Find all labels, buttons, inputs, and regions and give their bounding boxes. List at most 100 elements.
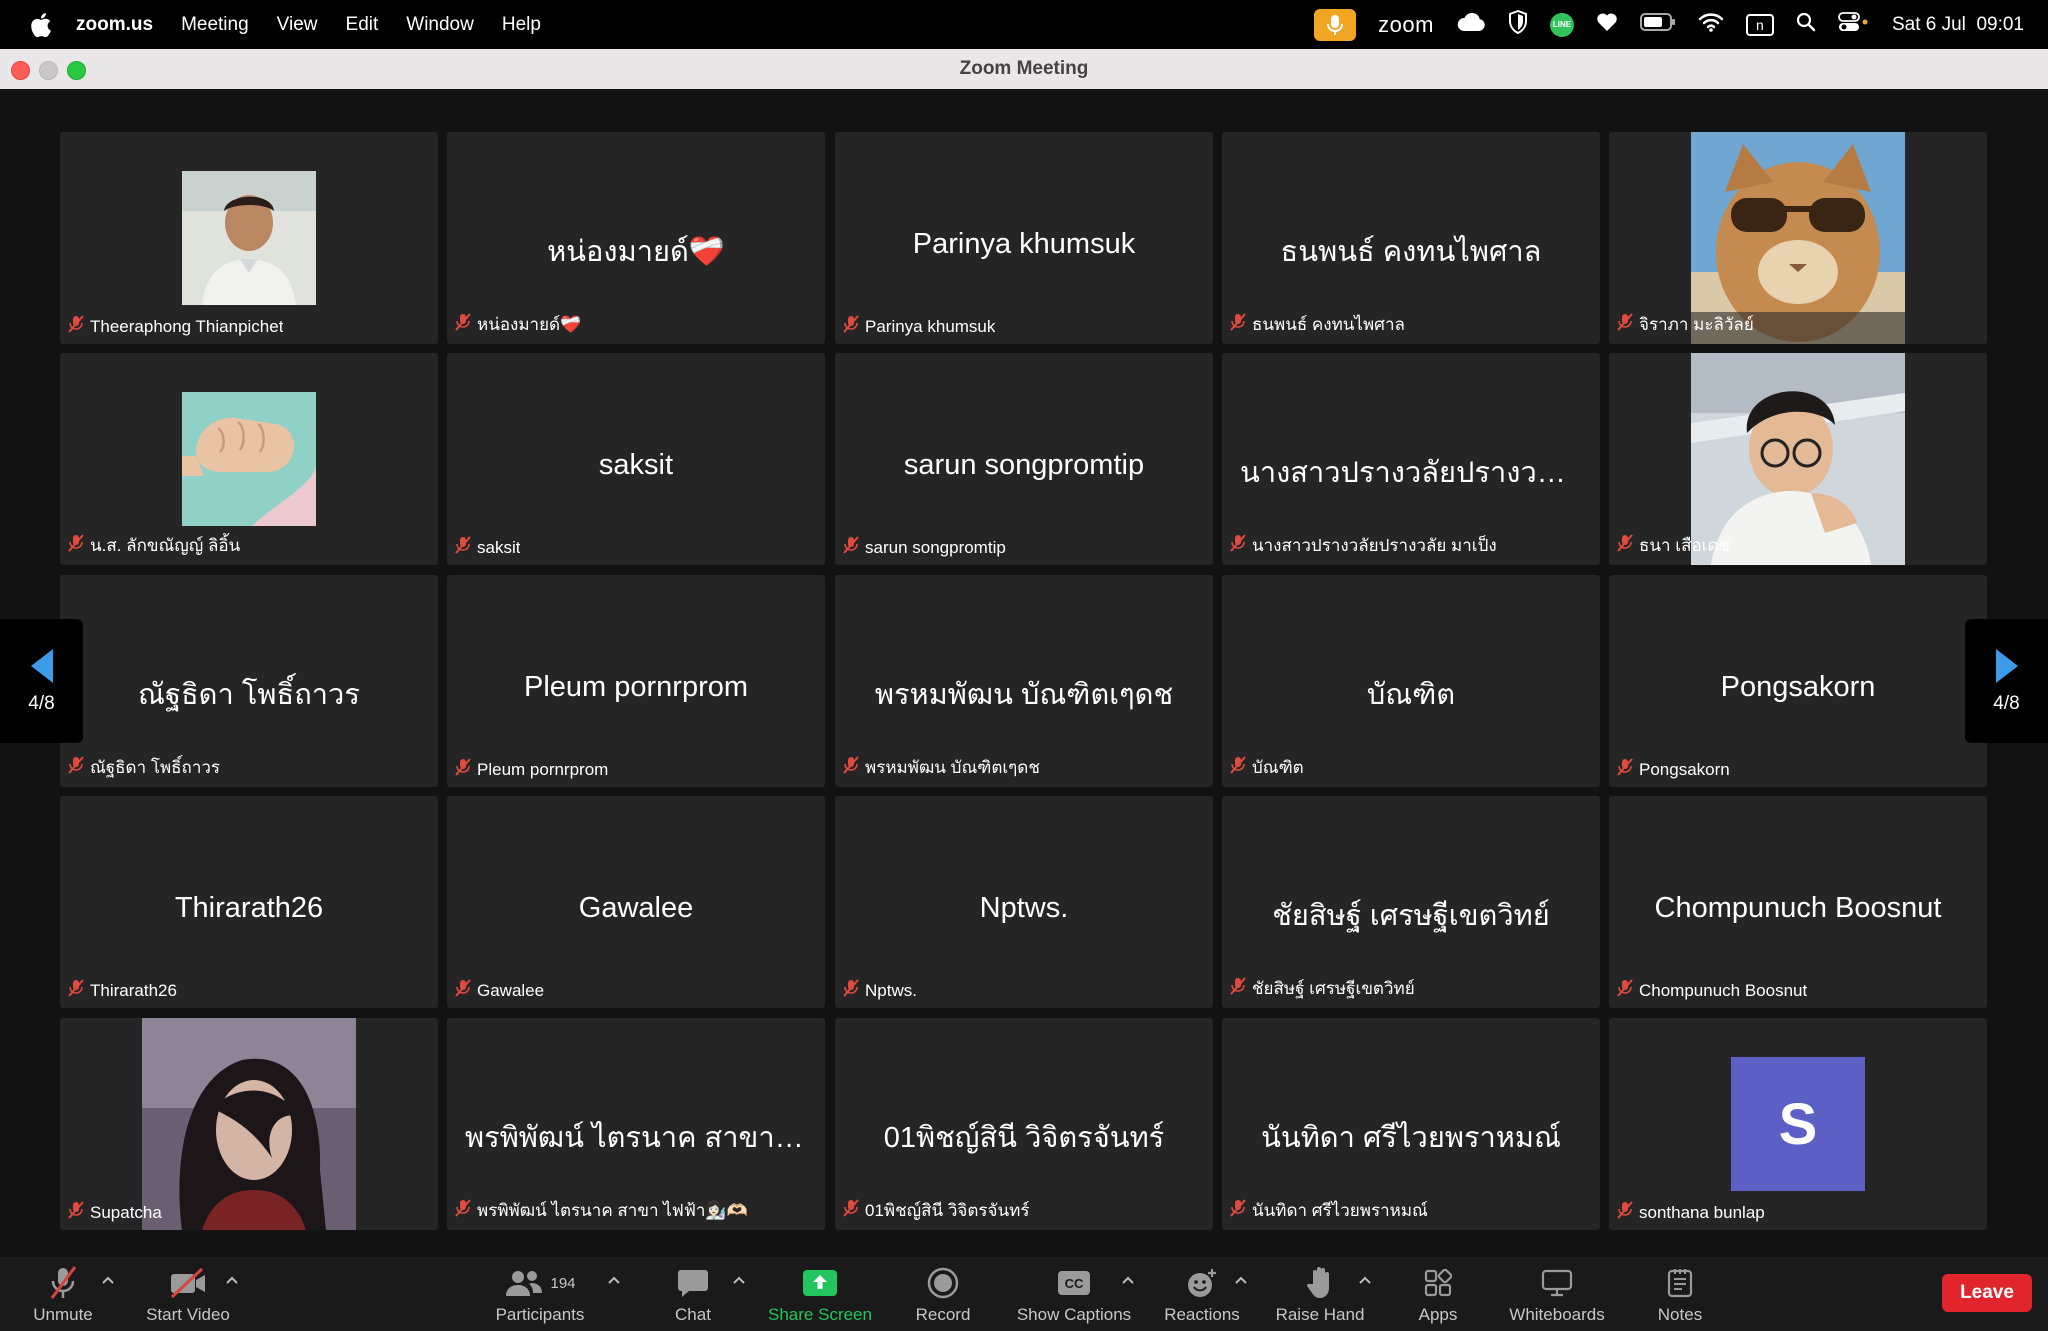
participant-display-name: บัณฑิต bbox=[1366, 679, 1456, 711]
participant-tile[interactable]: พรพิพัฒน์ ไตรนาค สาขา ไฟ... พรพิพัฒน์ ไตร… bbox=[447, 1018, 825, 1230]
zoom-status-label[interactable]: zoom bbox=[1378, 12, 1434, 38]
record-button[interactable]: Record bbox=[908, 1257, 978, 1331]
participant-tile[interactable]: ธนา เสือเดช bbox=[1609, 353, 1987, 565]
start-video-button[interactable]: Start Video bbox=[140, 1257, 236, 1331]
muted-mic-icon bbox=[1230, 534, 1246, 557]
participant-tile[interactable]: saksit saksit bbox=[447, 353, 825, 565]
participant-tile[interactable]: นางสาวปรางวลัยปรางวลัย... นางสาวปรางวลัยป… bbox=[1222, 353, 1600, 565]
page-indicator-left: 4/8 bbox=[28, 693, 55, 714]
participant-name-tag: ธนา เสือเดช bbox=[1617, 532, 1730, 559]
wifi-icon[interactable] bbox=[1698, 12, 1724, 38]
participant-name-label: sarun songpromtip bbox=[865, 537, 1006, 557]
notes-button[interactable]: Notes bbox=[1652, 1257, 1708, 1331]
chat-options-chevron-icon[interactable] bbox=[732, 1275, 746, 1285]
muted-mic-icon bbox=[455, 979, 471, 1002]
menu-edit[interactable]: Edit bbox=[346, 14, 379, 36]
participant-tile[interactable]: ณัฐธิดา โพธิ์ถาวร ณัฐธิดา โพธิ์ถาวร bbox=[60, 575, 438, 787]
muted-mic-icon bbox=[455, 758, 471, 781]
chat-button[interactable]: Chat bbox=[668, 1257, 718, 1331]
menu-window[interactable]: Window bbox=[406, 14, 474, 36]
cloud-icon[interactable] bbox=[1456, 12, 1486, 38]
participant-tile[interactable]: sarun songpromtip sarun songpromtip bbox=[835, 353, 1213, 565]
chat-label: Chat bbox=[675, 1305, 711, 1324]
participant-name-tag: พรหมพัฒน บัณฑิตเๆดช bbox=[843, 754, 1040, 781]
audio-options-chevron-icon[interactable] bbox=[101, 1275, 115, 1285]
battery-icon[interactable] bbox=[1639, 12, 1676, 37]
reactions-options-chevron-icon[interactable] bbox=[1234, 1275, 1248, 1285]
input-source-icon[interactable]: n bbox=[1745, 13, 1774, 36]
participant-name-tag: Nptws. bbox=[843, 979, 917, 1002]
apps-label: Apps bbox=[1418, 1305, 1458, 1324]
participant-name-tag: Pleum pornrprom bbox=[455, 758, 608, 781]
raise-hand-label: Raise Hand bbox=[1275, 1305, 1365, 1324]
participant-tile[interactable]: ชัยสิษฐ์ เศรษฐีเขตวิทย์ ชัยสิษฐ์ เศรษฐีเข… bbox=[1222, 796, 1600, 1008]
participant-name-tag: Supatcha bbox=[68, 1201, 162, 1224]
participant-name-label: ณัฐธิดา โพธิ์ถาวร bbox=[90, 758, 221, 777]
unmute-label: Unmute bbox=[33, 1305, 93, 1324]
muted-mic-icon bbox=[843, 1199, 859, 1222]
participant-tile[interactable]: บัณฑิต บัณฑิต bbox=[1222, 575, 1600, 787]
participant-tile[interactable]: Gawalee Gawalee bbox=[447, 796, 825, 1008]
participant-name-label: saksit bbox=[477, 537, 521, 557]
participant-tile[interactable]: Chompunuch Boosnut Chompunuch Boosnut bbox=[1609, 796, 1987, 1008]
muted-mic-icon bbox=[68, 756, 84, 779]
chat-icon bbox=[677, 1263, 709, 1303]
participant-tile[interactable]: หน่องมายด์❤️‍🩹 หน่องมายด์❤️‍🩹 bbox=[447, 132, 825, 344]
reactions-button[interactable]: Reactions bbox=[1160, 1257, 1244, 1331]
raise-hand-button[interactable]: Raise Hand bbox=[1272, 1257, 1368, 1331]
participant-name-tag: จิราภา มะลิวัลย์ bbox=[1617, 311, 1754, 338]
participant-tile[interactable]: Ssonthana bunlap bbox=[1609, 1018, 1987, 1230]
participants-button[interactable]: 194 Participants bbox=[490, 1257, 590, 1331]
line-app-icon[interactable]: LINE bbox=[1549, 12, 1574, 37]
muted-mic-icon bbox=[68, 979, 84, 1002]
participant-tile[interactable]: จิราภา มะลิวัลย์ bbox=[1609, 132, 1987, 344]
participant-tile[interactable]: พรหมพัฒน บัณฑิตเๆดช พรหมพัฒน บัณฑิตเๆดช bbox=[835, 575, 1213, 787]
participant-tile[interactable]: น.ส. ลักขณัญญ์ ลิอิ้น bbox=[60, 353, 438, 565]
leave-button[interactable]: Leave bbox=[1942, 1274, 2032, 1312]
apple-icon[interactable] bbox=[26, 10, 56, 40]
participant-tile[interactable]: Theeraphong Thianpichet bbox=[60, 132, 438, 344]
participant-display-name: ชัยสิษฐ์ เศรษฐีเขตวิทย์ bbox=[1272, 900, 1550, 932]
participant-tile[interactable]: ธนพนธ์ คงทนไพศาล ธนพนธ์ คงทนไพศาล bbox=[1222, 132, 1600, 344]
gallery-view: Theeraphong Thianpichet หน่องมายด์❤️‍🩹 หน่… bbox=[0, 89, 2048, 1257]
control-center-icon[interactable] bbox=[1838, 11, 1870, 38]
captions-options-chevron-icon[interactable] bbox=[1121, 1275, 1135, 1285]
video-options-chevron-icon[interactable] bbox=[225, 1275, 239, 1285]
menu-app-name[interactable]: zoom.us bbox=[76, 14, 153, 36]
whiteboards-button[interactable]: Whiteboards bbox=[1504, 1257, 1610, 1331]
participant-tile[interactable]: Pongsakorn Pongsakorn bbox=[1609, 575, 1987, 787]
spotlight-search-icon[interactable] bbox=[1796, 12, 1816, 38]
shield-icon[interactable] bbox=[1508, 9, 1528, 40]
next-page-button[interactable]: 4/8 bbox=[1965, 619, 2048, 743]
menu-meeting[interactable]: Meeting bbox=[181, 14, 249, 36]
previous-page-button[interactable]: 4/8 bbox=[0, 619, 83, 743]
participant-name-label: Theeraphong Thianpichet bbox=[90, 316, 284, 336]
participant-tile[interactable]: Pleum pornrprom Pleum pornrprom bbox=[447, 575, 825, 787]
unmute-button[interactable]: Unmute bbox=[28, 1257, 98, 1331]
menu-view[interactable]: View bbox=[277, 14, 318, 36]
raise-hand-options-chevron-icon[interactable] bbox=[1358, 1275, 1372, 1285]
participant-display-name: Thirarath26 bbox=[174, 892, 324, 924]
muted-mic-icon bbox=[1617, 313, 1633, 336]
menu-help[interactable]: Help bbox=[502, 14, 541, 36]
participant-name-tag: ธนพนธ์ คงทนไพศาล bbox=[1230, 311, 1405, 338]
apps-button[interactable]: Apps bbox=[1410, 1257, 1466, 1331]
muted-mic-icon bbox=[843, 756, 859, 779]
participant-display-name: Parinya khumsuk bbox=[912, 228, 1136, 260]
participant-tile[interactable]: Parinya khumsuk Parinya khumsuk bbox=[835, 132, 1213, 344]
share-screen-button[interactable]: Share Screen bbox=[764, 1257, 876, 1331]
participant-avatar bbox=[142, 1018, 356, 1230]
participant-tile[interactable]: Nptws. Nptws. bbox=[835, 796, 1213, 1008]
participant-name-label: พรพิพัฒน์ ไตรนาค สาขา ไฟฟ้า👩🏻‍🔬🫶🏻 bbox=[477, 1201, 748, 1220]
participant-tile[interactable]: 01พิชญ์สินี วิจิตรจันทร์ 01พิชญ์สินี วิจิ… bbox=[835, 1018, 1213, 1230]
clock[interactable]: Sat 6 Jul 09:01 bbox=[1892, 14, 2024, 36]
show-captions-button[interactable]: CC Show Captions bbox=[1014, 1257, 1134, 1331]
heart-icon[interactable] bbox=[1596, 12, 1618, 38]
arrow-right-icon bbox=[1995, 649, 2018, 683]
participants-options-chevron-icon[interactable] bbox=[607, 1275, 621, 1285]
participant-tile[interactable]: Supatcha bbox=[60, 1018, 438, 1230]
mic-in-use-icon[interactable] bbox=[1314, 8, 1357, 41]
participant-tile[interactable]: Thirarath26 Thirarath26 bbox=[60, 796, 438, 1008]
muted-mic-icon bbox=[1230, 313, 1246, 336]
participant-tile[interactable]: นันทิดา ศรีไวยพราหมณ์ นันทิดา ศรีไวยพราหม… bbox=[1222, 1018, 1600, 1230]
